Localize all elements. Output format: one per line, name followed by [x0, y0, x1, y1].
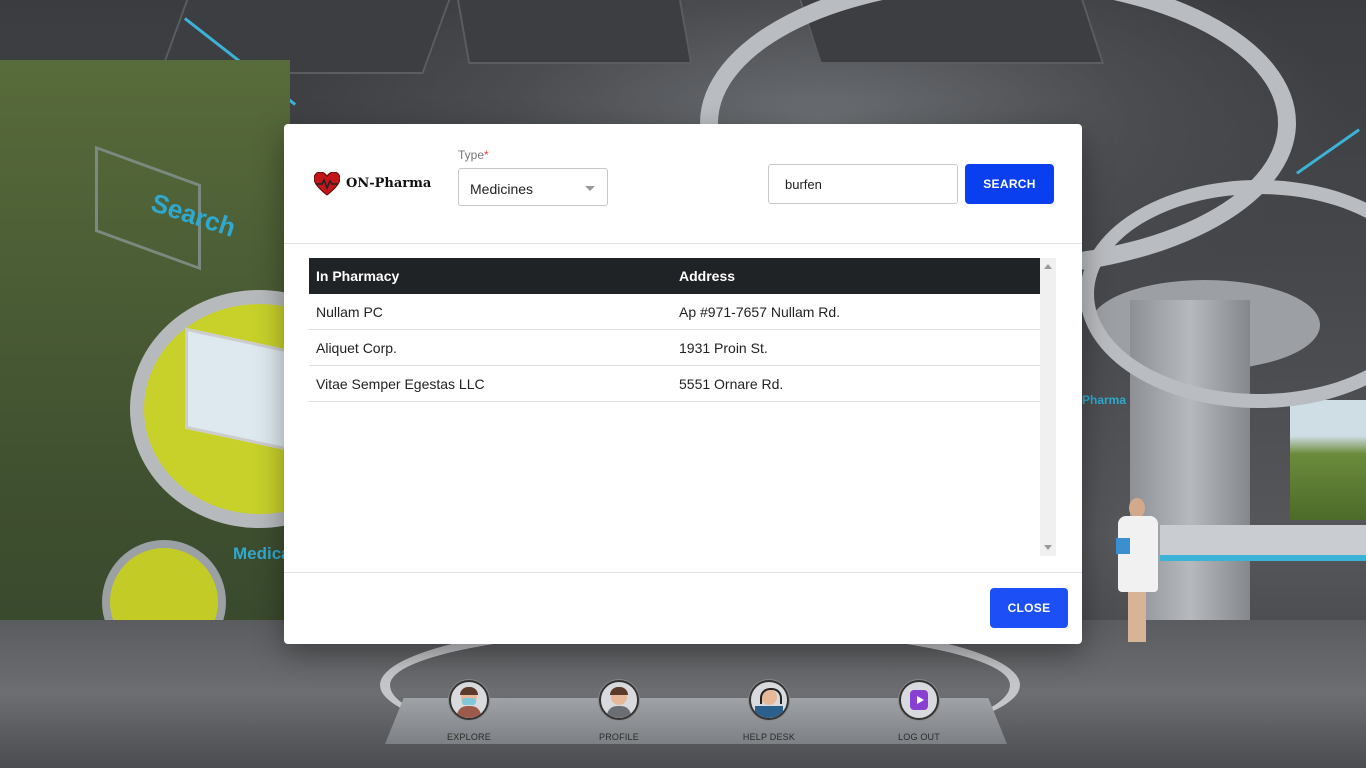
scroll-down-icon[interactable]	[1044, 545, 1052, 550]
medical-wall-sign: Medica	[233, 544, 291, 563]
pharmacy-search-modal: ON-Pharma Type* Medicines SEARCH In Phar…	[284, 124, 1082, 644]
dock-label: HELP DESK	[742, 732, 796, 742]
pharmacy-cell: Nullam PC	[309, 294, 672, 330]
table-row[interactable]: Vitae Semper Egestas LLC 5551 Ornare Rd.	[309, 365, 1040, 402]
search-input[interactable]	[768, 164, 958, 204]
logout-icon[interactable]	[899, 680, 939, 720]
neon-strip	[1296, 128, 1360, 175]
dock-item-profile[interactable]: PROFILE	[579, 680, 659, 742]
dock-label: PROFILE	[599, 732, 639, 742]
avatar-legs	[1128, 592, 1146, 642]
window-landscape	[1290, 400, 1366, 520]
required-mark: *	[484, 148, 489, 162]
close-button[interactable]: CLOSE	[990, 588, 1068, 628]
explore-icon[interactable]	[449, 680, 489, 720]
avatar-coat	[1118, 516, 1158, 592]
table-row[interactable]: Aliquet Corp. 1931 Proin St.	[309, 329, 1040, 366]
type-label: Type*	[458, 148, 489, 162]
ceiling-panel	[451, 0, 693, 64]
pharmacy-cell: Aliquet Corp.	[309, 329, 672, 366]
chevron-down-icon	[585, 186, 595, 191]
help-desk-icon[interactable]	[749, 680, 789, 720]
address-cell: 5551 Ornare Rd.	[672, 365, 1040, 402]
brand-name: ON-Pharma	[346, 175, 432, 191]
heart-logo-icon	[312, 168, 342, 198]
modal-header: ON-Pharma Type* Medicines SEARCH	[284, 124, 1082, 244]
type-select[interactable]: Medicines	[458, 168, 608, 206]
column-header-address: Address	[679, 268, 736, 284]
dock-item-help-desk[interactable]: HELP DESK	[729, 680, 809, 742]
avatar-head	[1129, 498, 1145, 518]
doctor-avatar[interactable]	[1116, 498, 1160, 644]
dock-label: LOG OUT	[898, 732, 940, 742]
column-header-pharmacy: In Pharmacy	[316, 268, 400, 284]
dock-item-explore[interactable]: EXPLORE	[429, 680, 509, 742]
pharma-wall-sign: Pharma	[1082, 393, 1127, 407]
results-table-container: In Pharmacy Address Nullam PC Ap #971-76…	[309, 258, 1040, 555]
table-scrollbar[interactable]	[1040, 258, 1056, 556]
reception-counter	[1160, 525, 1366, 561]
address-cell: 1931 Proin St.	[672, 329, 1040, 366]
type-select-value: Medicines	[470, 181, 534, 197]
modal-footer: CLOSE	[284, 572, 1082, 645]
table-header-row: In Pharmacy Address	[309, 258, 1040, 294]
dock-item-logout[interactable]: LOG OUT	[879, 680, 959, 742]
table-row[interactable]: Nullam PC Ap #971-7657 Nullam Rd.	[309, 294, 1040, 330]
clipboard-icon	[1116, 538, 1130, 554]
profile-icon[interactable]	[599, 680, 639, 720]
brand: ON-Pharma	[312, 168, 431, 198]
address-cell: Ap #971-7657 Nullam Rd.	[672, 294, 1040, 330]
search-button[interactable]: SEARCH	[965, 164, 1054, 204]
scroll-up-icon[interactable]	[1044, 264, 1052, 269]
results-table: In Pharmacy Address Nullam PC Ap #971-76…	[309, 258, 1040, 402]
dock-label: EXPLORE	[447, 732, 491, 742]
pharmacy-cell: Vitae Semper Egestas LLC	[309, 365, 672, 402]
